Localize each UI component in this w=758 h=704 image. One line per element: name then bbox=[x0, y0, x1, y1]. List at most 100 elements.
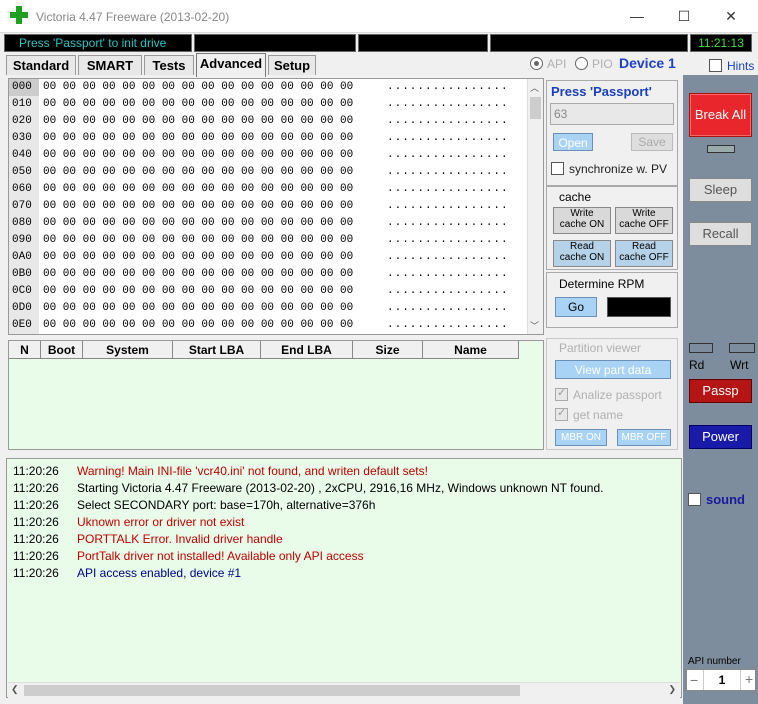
column-n[interactable]: N bbox=[9, 341, 41, 359]
sleep-button[interactable]: Sleep bbox=[689, 178, 752, 202]
hex-ascii: ................ bbox=[387, 98, 509, 110]
close-button[interactable]: ✕ bbox=[708, 0, 754, 33]
log-panel[interactable]: 11:20:26 Warning! Main INI-file 'vcr40.in… bbox=[6, 458, 682, 698]
hex-row[interactable]: 080 00 00 00 00 00 00 00 00 00 00 00 00 0… bbox=[9, 215, 529, 232]
hex-ascii: ................ bbox=[387, 200, 509, 212]
rpm-display bbox=[607, 297, 671, 317]
hex-address: 070 bbox=[9, 198, 39, 215]
hex-row[interactable]: 090 00 00 00 00 00 00 00 00 00 00 00 00 0… bbox=[9, 232, 529, 249]
hex-row[interactable]: 060 00 00 00 00 00 00 00 00 00 00 00 00 0… bbox=[9, 181, 529, 198]
analize-passport-checkbox[interactable]: ✓ bbox=[555, 387, 568, 401]
read-cache-on-button[interactable]: Read cache ON bbox=[553, 240, 611, 267]
hex-row[interactable]: 0C0 00 00 00 00 00 00 00 00 00 00 00 00 0… bbox=[9, 283, 529, 300]
hex-ascii: ................ bbox=[387, 183, 509, 195]
passport-title[interactable]: Press 'Passport' bbox=[551, 84, 652, 99]
tab-advanced[interactable]: Advanced bbox=[196, 53, 266, 77]
recall-button[interactable]: Recall bbox=[689, 222, 752, 246]
api-radio[interactable] bbox=[530, 57, 543, 70]
hex-scrollbar[interactable]: ︿ ﹀ bbox=[527, 79, 543, 334]
plus-button[interactable]: + bbox=[745, 671, 753, 687]
log-horizontal-scrollbar[interactable]: ❮ ❯ bbox=[8, 682, 680, 698]
column-boot[interactable]: Boot bbox=[41, 341, 83, 359]
save-button[interactable]: Save bbox=[631, 133, 673, 151]
hex-view[interactable]: 000 00 00 00 00 00 00 00 00 00 00 00 00 0… bbox=[8, 78, 544, 335]
tab-smart[interactable]: SMART bbox=[78, 55, 142, 75]
hex-row[interactable]: 0A0 00 00 00 00 00 00 00 00 00 00 00 00 0… bbox=[9, 249, 529, 266]
scroll-thumb[interactable] bbox=[530, 97, 541, 119]
minus-button[interactable]: − bbox=[690, 672, 698, 688]
hex-address: 0E0 bbox=[9, 317, 39, 334]
hex-row[interactable]: 010 00 00 00 00 00 00 00 00 00 00 00 00 0… bbox=[9, 96, 529, 113]
mbr-on-button[interactable]: MBR ON bbox=[555, 429, 607, 446]
hex-bytes[interactable]: 00 00 00 00 00 00 00 00 00 00 00 00 00 0… bbox=[43, 96, 353, 113]
column-name[interactable]: Name bbox=[423, 341, 519, 359]
tab-setup[interactable]: Setup bbox=[268, 55, 316, 75]
api-number-value[interactable]: 1 bbox=[703, 670, 741, 690]
passport-panel: Press 'Passport' 63 Open Save synchroniz… bbox=[546, 80, 678, 186]
hex-bytes[interactable]: 00 00 00 00 00 00 00 00 00 00 00 00 00 0… bbox=[43, 198, 353, 215]
passp-button[interactable]: Passp bbox=[689, 379, 752, 403]
get-name-checkbox[interactable]: ✓ bbox=[555, 407, 568, 421]
api-label: API bbox=[547, 57, 567, 71]
hex-row[interactable]: 0B0 00 00 00 00 00 00 00 00 00 00 00 00 0… bbox=[9, 266, 529, 283]
hex-bytes[interactable]: 00 00 00 00 00 00 00 00 00 00 00 00 00 0… bbox=[43, 283, 353, 300]
sound-checkbox[interactable] bbox=[688, 493, 701, 506]
write-cache-on-button[interactable]: Write cache ON bbox=[553, 207, 611, 234]
column-size[interactable]: Size bbox=[353, 341, 423, 359]
break-all-button[interactable]: Break All bbox=[689, 93, 752, 137]
hex-row[interactable]: 070 00 00 00 00 00 00 00 00 00 00 00 00 0… bbox=[9, 198, 529, 215]
scroll-left-icon[interactable]: ❮ bbox=[11, 684, 19, 695]
hex-bytes[interactable]: 00 00 00 00 00 00 00 00 00 00 00 00 00 0… bbox=[43, 113, 353, 130]
minimize-button[interactable]: — bbox=[614, 0, 660, 33]
hex-bytes[interactable]: 00 00 00 00 00 00 00 00 00 00 00 00 00 0… bbox=[43, 249, 353, 266]
hex-bytes[interactable]: 00 00 00 00 00 00 00 00 00 00 00 00 00 0… bbox=[43, 130, 353, 147]
hex-row[interactable]: 0E0 00 00 00 00 00 00 00 00 00 00 00 00 0… bbox=[9, 317, 529, 334]
hex-bytes[interactable]: 00 00 00 00 00 00 00 00 00 00 00 00 00 0… bbox=[43, 317, 353, 334]
status-message-box: Press 'Passport' to init drive bbox=[4, 34, 192, 52]
view-part-data-button[interactable]: View part data bbox=[555, 360, 671, 379]
column-system[interactable]: System bbox=[83, 341, 173, 359]
hex-row[interactable]: 0D0 00 00 00 00 00 00 00 00 00 00 00 00 0… bbox=[9, 300, 529, 317]
hex-row[interactable]: 030 00 00 00 00 00 00 00 00 00 00 00 00 0… bbox=[9, 130, 529, 147]
passport-value-field[interactable]: 63 bbox=[550, 103, 674, 125]
hex-bytes[interactable]: 00 00 00 00 00 00 00 00 00 00 00 00 00 0… bbox=[43, 266, 353, 283]
partition-table[interactable]: N Boot System Start LBA End LBA Size Nam… bbox=[8, 340, 544, 450]
write-cache-off-button[interactable]: Write cache OFF bbox=[615, 207, 673, 234]
hex-address: 060 bbox=[9, 181, 39, 198]
tab-standard[interactable]: Standard bbox=[6, 55, 76, 75]
power-button[interactable]: Power bbox=[689, 425, 752, 449]
tab-tests[interactable]: Tests bbox=[144, 55, 194, 75]
hex-bytes[interactable]: 00 00 00 00 00 00 00 00 00 00 00 00 00 0… bbox=[43, 215, 353, 232]
maximize-button[interactable]: ☐ bbox=[661, 0, 707, 33]
scroll-right-icon[interactable]: ❯ bbox=[668, 684, 676, 695]
hex-bytes[interactable]: 00 00 00 00 00 00 00 00 00 00 00 00 00 0… bbox=[43, 181, 353, 198]
scroll-down-icon[interactable]: ﹀ bbox=[530, 319, 539, 332]
partition-viewer-panel: Partition viewer View part data ✓ Analiz… bbox=[546, 338, 678, 450]
log-scroll-thumb[interactable] bbox=[24, 685, 520, 696]
open-button[interactable]: Open bbox=[553, 133, 593, 151]
sync-checkbox[interactable] bbox=[551, 162, 564, 175]
hex-row[interactable]: 000 00 00 00 00 00 00 00 00 00 00 00 00 0… bbox=[9, 79, 529, 96]
hex-bytes[interactable]: 00 00 00 00 00 00 00 00 00 00 00 00 00 0… bbox=[43, 79, 353, 96]
scroll-up-icon[interactable]: ︿ bbox=[530, 81, 539, 94]
hints-checkbox[interactable] bbox=[709, 59, 722, 72]
mbr-off-button[interactable]: MBR OFF bbox=[617, 429, 671, 446]
hex-row[interactable]: 020 00 00 00 00 00 00 00 00 00 00 00 00 0… bbox=[9, 113, 529, 130]
api-number-stepper[interactable]: − 1 + bbox=[686, 669, 756, 691]
pio-radio[interactable] bbox=[575, 57, 588, 70]
hex-bytes[interactable]: 00 00 00 00 00 00 00 00 00 00 00 00 00 0… bbox=[43, 232, 353, 249]
column-end-lba[interactable]: End LBA bbox=[261, 341, 353, 359]
hex-address: 0B0 bbox=[9, 266, 39, 283]
hex-bytes[interactable]: 00 00 00 00 00 00 00 00 00 00 00 00 00 0… bbox=[43, 164, 353, 181]
read-cache-off-button[interactable]: Read cache OFF bbox=[615, 240, 673, 267]
hex-row[interactable]: 050 00 00 00 00 00 00 00 00 00 00 00 00 0… bbox=[9, 164, 529, 181]
hex-ascii: ................ bbox=[387, 251, 509, 263]
right-control-column: Break All Sleep Recall Rd Wrt Passp Powe… bbox=[683, 75, 758, 704]
go-button[interactable]: Go bbox=[555, 297, 597, 317]
hex-bytes[interactable]: 00 00 00 00 00 00 00 00 00 00 00 00 00 0… bbox=[43, 147, 353, 164]
hex-row[interactable]: 040 00 00 00 00 00 00 00 00 00 00 00 00 0… bbox=[9, 147, 529, 164]
hex-ascii: ................ bbox=[387, 285, 509, 297]
column-start-lba[interactable]: Start LBA bbox=[173, 341, 261, 359]
hex-address: 040 bbox=[9, 147, 39, 164]
hex-bytes[interactable]: 00 00 00 00 00 00 00 00 00 00 00 00 00 0… bbox=[43, 300, 353, 317]
